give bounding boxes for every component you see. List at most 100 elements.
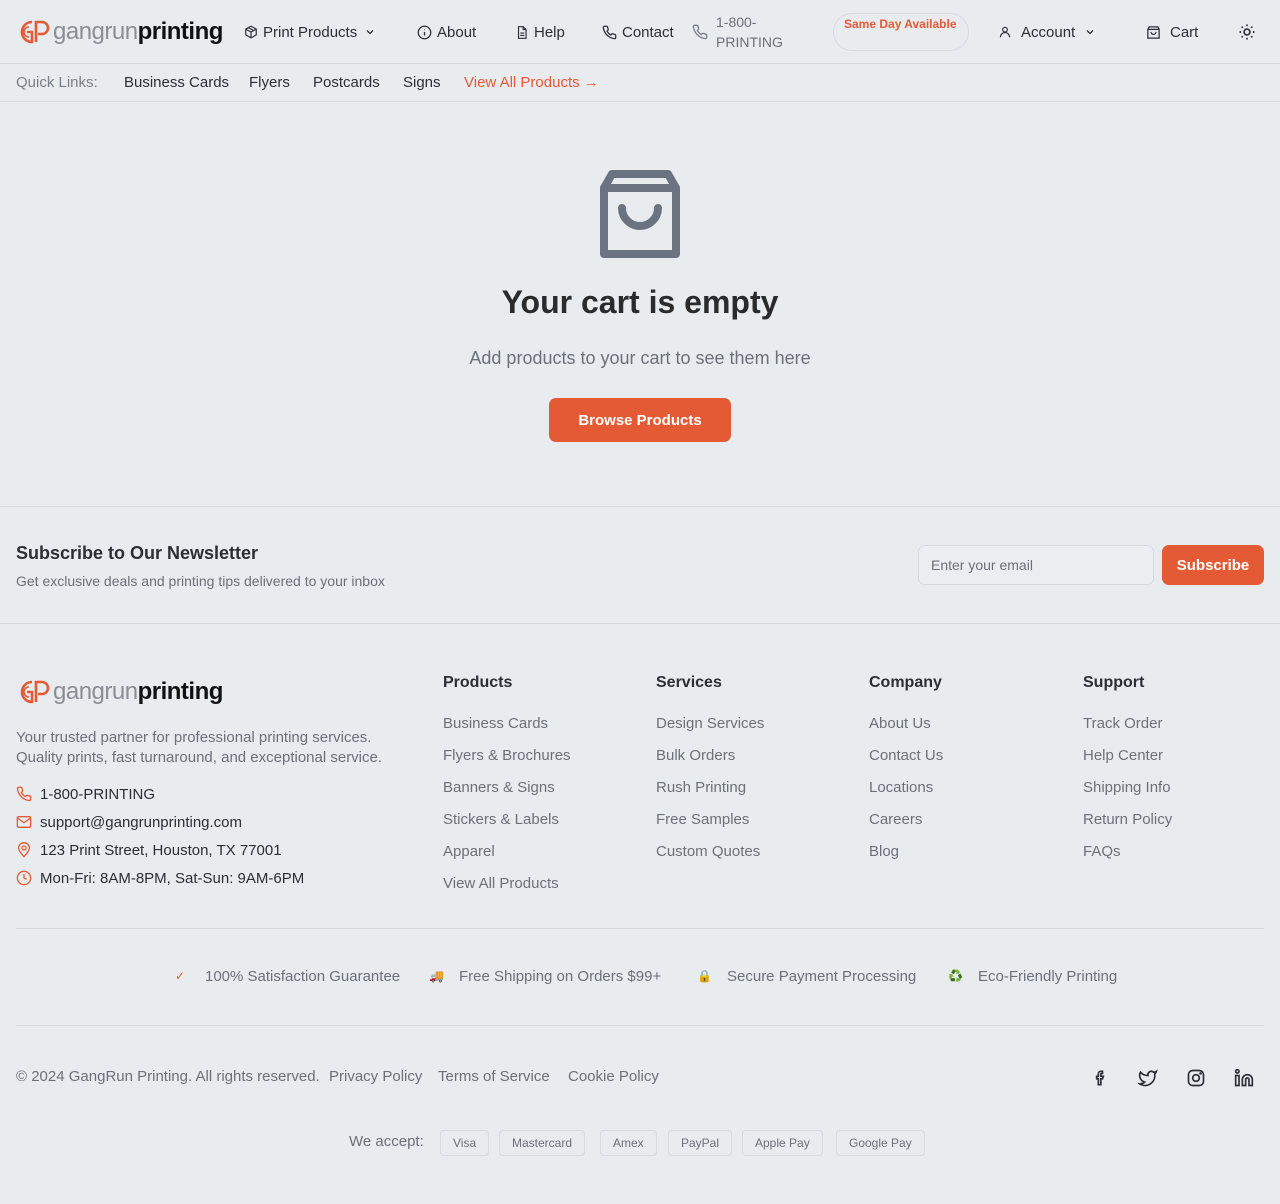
header-phone-number: 1-800-PRINTING (716, 14, 783, 50)
logo-text-bold: printing (137, 18, 224, 45)
user-icon (999, 26, 1011, 38)
footer-link[interactable]: Return Policy (1083, 810, 1172, 842)
footer-link[interactable]: FAQs (1083, 842, 1172, 874)
newsletter-subtitle: Get exclusive deals and printing tips de… (16, 573, 385, 589)
phone-icon (16, 786, 32, 802)
chevron-down-icon (1086, 30, 1094, 35)
footer-phone-text: 1-800-PRINTING (40, 785, 156, 803)
footer-link[interactable]: Bulk Orders (656, 746, 764, 778)
payment-badge-mastercard: Mastercard (499, 1130, 586, 1156)
feature-label: Free Shipping on Orders $99+ (459, 967, 662, 985)
footer-link[interactable]: Custom Quotes (656, 842, 764, 874)
feature-satisfaction: ✓ 100% Satisfaction Guarantee (175, 966, 400, 986)
footer-link[interactable]: Contact Us (869, 746, 943, 778)
instagram-icon[interactable] (1186, 1068, 1206, 1088)
logo-mark-icon (20, 680, 50, 704)
facebook-icon[interactable] (1090, 1068, 1110, 1088)
footer-email[interactable]: support@gangrunprinting.com (16, 812, 242, 832)
nav-about[interactable]: About (417, 22, 476, 42)
same-day-badge: Same Day Available (833, 13, 969, 51)
quick-link-flyers[interactable]: Flyers (249, 74, 290, 91)
package-icon (245, 25, 257, 39)
quick-link-postcards[interactable]: Postcards (313, 74, 380, 91)
footer-link[interactable]: Flyers & Brochures (443, 746, 571, 778)
shopping-bag-icon (1147, 25, 1160, 39)
footer-link[interactable]: View All Products (443, 874, 571, 906)
info-icon (417, 25, 432, 39)
payment-badge-apple-pay: Apple Pay (742, 1130, 823, 1156)
nav-contact[interactable]: Contact (602, 22, 674, 42)
phone-icon (602, 25, 617, 39)
nav-label: Account (1021, 23, 1076, 41)
nav-print-products[interactable]: Print Products (244, 22, 381, 42)
footer-link[interactable]: About Us (869, 714, 943, 746)
footer-link[interactable]: Business Cards (443, 714, 571, 746)
nav-label: About (437, 23, 477, 41)
privacy-policy-link[interactable]: Privacy Policy (329, 1068, 422, 1085)
footer-link[interactable]: Banners & Signs (443, 778, 571, 810)
linkedin-icon[interactable] (1234, 1068, 1254, 1088)
footer-link[interactable]: Free Samples (656, 810, 764, 842)
feature-label: Eco-Friendly Printing (978, 967, 1118, 985)
footer-column-services: Services Design Services Bulk Orders Rus… (656, 674, 764, 874)
footer-link[interactable]: Careers (869, 810, 943, 842)
logo-mark-icon (20, 20, 50, 44)
footer-link[interactable]: Apparel (443, 842, 571, 874)
nav-label: Help (534, 23, 565, 41)
logo-text-bold: printing (137, 678, 224, 705)
theme-toggle-button[interactable] (1237, 22, 1257, 42)
footer-link[interactable]: Rush Printing (656, 778, 764, 810)
quick-links-label: Quick Links: (16, 74, 98, 91)
nav-account[interactable]: Account (998, 22, 1101, 42)
newsletter-title: Subscribe to Our Newsletter (16, 543, 259, 563)
nav-cart[interactable]: Cart (1146, 22, 1198, 42)
phone-icon (692, 24, 708, 40)
quick-links-bar: Quick Links: Business Cards Flyers Postc… (0, 65, 1280, 102)
site-logo[interactable]: gangrun printing (18, 18, 223, 46)
twitter-icon[interactable] (1138, 1068, 1158, 1088)
footer-link[interactable]: Design Services (656, 714, 764, 746)
cookie-policy-link[interactable]: Cookie Policy (568, 1068, 659, 1085)
copyright-text: © 2024 GangRun Printing. All rights rese… (16, 1068, 320, 1085)
mail-icon (16, 816, 32, 828)
footer-logo[interactable]: gangrun printing (18, 678, 223, 706)
nav-help[interactable]: Help (515, 22, 565, 42)
footer-link[interactable]: Stickers & Labels (443, 810, 571, 842)
footer-link[interactable]: Blog (869, 842, 943, 874)
footer-column-title: Support (1083, 674, 1145, 691)
quick-link-signs[interactable]: Signs (403, 74, 441, 91)
empty-cart-title: Your cart is empty (501, 284, 779, 320)
terms-of-service-link[interactable]: Terms of Service (438, 1068, 550, 1085)
feature-shipping: 🚚 Free Shipping on Orders $99+ (429, 966, 661, 986)
nav-label: Contact (622, 23, 674, 41)
logo-text-light: gangrun (53, 678, 138, 705)
feature-secure-payment: 🔒 Secure Payment Processing (697, 966, 916, 986)
footer-divider (16, 928, 1264, 929)
truck-icon: 🚚 (429, 969, 444, 983)
browse-products-button[interactable]: Browse Products (549, 398, 731, 442)
footer-phone[interactable]: 1-800-PRINTING (16, 784, 155, 804)
header-phone-link[interactable]: 1-800-PRINTING (692, 12, 796, 52)
feature-label: Secure Payment Processing (727, 967, 917, 985)
footer-link[interactable]: Shipping Info (1083, 778, 1172, 810)
footer-link[interactable]: Track Order (1083, 714, 1172, 746)
footer-column-title: Company (869, 674, 942, 691)
footer-link[interactable]: Help Center (1083, 746, 1172, 778)
clock-icon (16, 870, 32, 886)
footer-address: 123 Print Street, Houston, TX 77001 (16, 840, 282, 860)
nav-label: Print Products (263, 23, 358, 41)
site-header: gangrun printing Print Products About Hel… (0, 0, 1280, 64)
footer-hours: Mon-Fri: 8AM-8PM, Sat-Sun: 9AM-6PM (16, 868, 304, 888)
footer-link[interactable]: Locations (869, 778, 943, 810)
newsletter-email-input[interactable] (918, 545, 1154, 585)
quick-link-business-cards[interactable]: Business Cards (124, 74, 229, 91)
feature-label: 100% Satisfaction Guarantee (205, 967, 401, 985)
footer-column-title: Services (656, 674, 722, 691)
we-accept-label: We accept: (349, 1133, 424, 1150)
payment-badge-amex: Amex (600, 1130, 657, 1156)
subscribe-button[interactable]: Subscribe (1162, 545, 1264, 585)
feature-eco-friendly: ♻️ Eco-Friendly Printing (948, 966, 1117, 986)
quick-link-view-all[interactable]: View All Products → (464, 74, 599, 91)
document-icon (517, 25, 527, 39)
chevron-down-icon (366, 30, 374, 35)
